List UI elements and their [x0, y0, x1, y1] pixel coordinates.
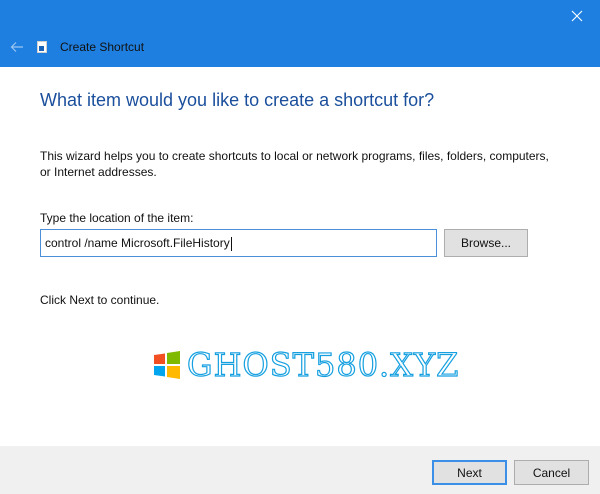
create-shortcut-dialog: Create Shortcut What item would you like… — [0, 0, 600, 494]
continue-instruction: Click Next to continue. — [40, 293, 160, 307]
page-heading: What item would you like to create a sho… — [40, 90, 435, 110]
close-icon[interactable] — [554, 0, 600, 32]
text-caret — [230, 236, 232, 251]
watermark-text: GHOST580.XYZ — [186, 346, 460, 384]
cancel-button[interactable]: Cancel — [514, 460, 589, 485]
windows-logo-icon — [154, 351, 180, 379]
browse-button[interactable]: Browse... — [444, 229, 528, 257]
location-label: Type the location of the item: — [40, 211, 194, 225]
back-arrow-icon[interactable] — [8, 38, 26, 56]
shortcut-icon — [37, 41, 47, 53]
dialog-footer — [0, 446, 600, 494]
title-bar: Create Shortcut — [0, 0, 600, 67]
next-button[interactable]: Next — [432, 460, 507, 485]
wizard-description: This wizard helps you to create shortcut… — [40, 149, 549, 179]
window-title: Create Shortcut — [60, 40, 145, 54]
location-input-value: control /name Microsoft.FileHistory — [45, 236, 230, 250]
location-input[interactable]: control /name Microsoft.FileHistory — [40, 229, 437, 257]
